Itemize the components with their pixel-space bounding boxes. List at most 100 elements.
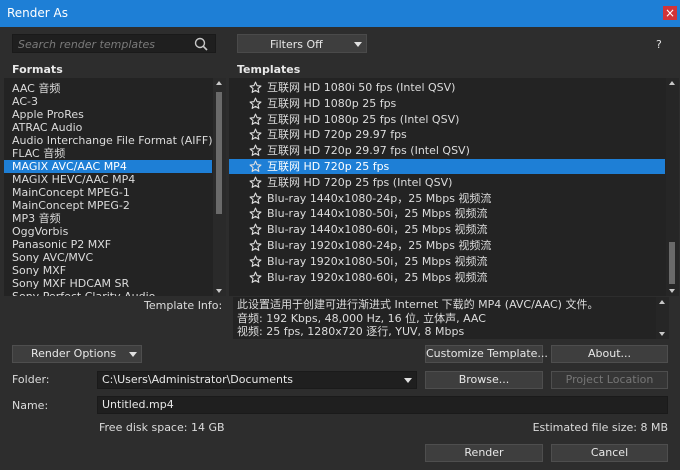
star-outline-icon[interactable] <box>249 97 262 110</box>
filters-label: Filters Off <box>270 38 323 51</box>
format-item[interactable]: OggVorbis <box>4 225 212 238</box>
star-outline-icon[interactable] <box>249 207 262 220</box>
template-item[interactable]: 互联网 HD 720p 25 fps <box>229 159 665 174</box>
search-icon[interactable] <box>194 37 208 51</box>
star-outline-icon[interactable] <box>249 192 262 205</box>
template-item-label: 互联网 HD 720p 25 fps (Intel QSV) <box>267 175 453 189</box>
about-button[interactable]: About... <box>551 345 668 363</box>
template-item-label: Blu-ray 1920x1080-50i，25 Mbps 视频流 <box>267 254 488 268</box>
format-item[interactable]: MainConcept MPEG-1 <box>4 186 212 199</box>
format-item[interactable]: Sony AVC/MVC <box>4 251 212 264</box>
cancel-button[interactable]: Cancel <box>551 444 668 462</box>
render-options-label: Render Options <box>31 347 117 360</box>
customize-template-button[interactable]: Customize Template... <box>425 345 548 363</box>
template-info-line: 像素 <box>237 339 259 340</box>
project-location-button[interactable]: Project Location <box>551 371 668 389</box>
info-scrollbar[interactable] <box>656 297 669 339</box>
template-item[interactable]: 互联网 HD 720p 25 fps (Intel QSV) <box>229 175 665 190</box>
template-item[interactable]: 互联网 HD 1080p 25 fps (Intel QSV) <box>229 112 665 127</box>
format-item[interactable]: Sony MXF <box>4 264 212 277</box>
close-button[interactable]: × <box>663 6 677 20</box>
template-item[interactable]: Blu-ray 1440x1080-60i，25 Mbps 视频流 <box>229 222 665 237</box>
template-item-label: Blu-ray 1440x1080-60i，25 Mbps 视频流 <box>267 223 488 237</box>
star-outline-icon[interactable] <box>249 223 262 236</box>
format-item[interactable]: Sony MXF HDCAM SR <box>4 277 212 290</box>
search-input[interactable]: Search render templates <box>12 34 216 53</box>
format-item[interactable]: Panasonic P2 MXF <box>4 238 212 251</box>
formats-heading: Formats <box>12 63 63 76</box>
format-item[interactable]: MainConcept MPEG-2 <box>4 199 212 212</box>
template-info-line: 视频: 25 fps, 1280x720 逐行, YUV, 8 Mbps <box>237 325 465 338</box>
template-item[interactable]: 互联网 HD 1080i 50 fps (Intel QSV) <box>229 80 665 95</box>
format-item[interactable]: Audio Interchange File Format (AIFF) <box>4 134 213 147</box>
scroll-down-icon[interactable] <box>659 332 665 336</box>
template-item-label: 互联网 HD 1080p 25 fps <box>267 96 397 110</box>
template-info-text: 像素视频: 25 fps, 1280x720 逐行, YUV, 8 Mbps音频… <box>233 297 669 339</box>
close-icon: × <box>664 6 676 20</box>
template-item[interactable]: Blu-ray 1920x1080-24p，25 Mbps 视频流 <box>229 238 665 253</box>
format-item[interactable]: ATRAC Audio <box>4 121 212 134</box>
folder-label: Folder: <box>12 373 50 386</box>
format-item[interactable]: MP3 音频 <box>4 212 212 225</box>
template-item[interactable]: Blu-ray 1440x1080-24p，25 Mbps 视频流 <box>229 191 665 206</box>
name-value: Untitled.mp4 <box>102 398 174 411</box>
render-button[interactable]: Render <box>425 444 543 462</box>
template-item-label: Blu-ray 1440x1080-50i，25 Mbps 视频流 <box>267 207 488 221</box>
scrollbar-thumb[interactable] <box>216 92 222 214</box>
scroll-up-icon[interactable] <box>669 81 675 85</box>
template-info-line: 此设置适用于创建可进行渐进式 Internet 下载的 MP4 (AVC/AAC… <box>237 298 599 311</box>
template-info-line: 音频: 192 Kbps, 48,000 Hz, 16 位, 立体声, AAC <box>237 311 486 325</box>
scroll-down-icon[interactable] <box>669 289 675 293</box>
templates-list[interactable]: Blu-ray 1920x1080-60i，25 Mbps 视频流 Blu-ray… <box>229 78 679 296</box>
star-outline-icon[interactable] <box>249 271 262 284</box>
format-item[interactable]: MAGIX HEVC/AAC MP4 <box>4 173 212 186</box>
star-outline-icon[interactable] <box>249 255 262 268</box>
templates-heading: Templates <box>237 63 301 76</box>
template-item-label: Blu-ray 1920x1080-60i，25 Mbps 视频流 <box>267 270 488 284</box>
render-options-dropdown[interactable]: Render Options <box>12 345 142 363</box>
template-info-label: Template Info: <box>144 299 223 312</box>
star-outline-icon[interactable] <box>249 144 262 157</box>
template-item[interactable]: 互联网 HD 1080p 25 fps <box>229 96 665 111</box>
template-item[interactable]: Blu-ray 1920x1080-50i，25 Mbps 视频流 <box>229 254 665 269</box>
format-item[interactable]: Sony Perfect Clarity Audio <box>4 290 212 296</box>
formats-scrollbar[interactable] <box>213 78 226 296</box>
star-outline-icon[interactable] <box>249 113 262 126</box>
format-item[interactable]: MAGIX AVC/AAC MP4 <box>4 160 212 173</box>
help-button[interactable]: ? <box>656 38 662 51</box>
template-item-label: Blu-ray 1440x1080-24p，25 Mbps 视频流 <box>267 191 492 205</box>
template-item-label: 互联网 HD 1080i 50 fps (Intel QSV) <box>267 81 456 94</box>
template-item[interactable]: Blu-ray 1920x1080-60i，25 Mbps 视频流 <box>229 270 665 285</box>
estimated-file-size: Estimated file size: 8 MB <box>532 421 668 434</box>
star-outline-icon[interactable] <box>249 176 262 189</box>
template-item[interactable]: 互联网 HD 720p 29.97 fps (Intel QSV) <box>229 143 665 158</box>
browse-button[interactable]: Browse... <box>425 371 543 389</box>
template-item-label: 互联网 HD 720p 25 fps <box>267 160 390 173</box>
search-placeholder: Search render templates <box>18 38 155 51</box>
chevron-down-icon[interactable] <box>404 378 412 383</box>
format-item[interactable]: Apple ProRes <box>4 108 212 121</box>
filters-dropdown[interactable]: Filters Off <box>237 34 367 53</box>
name-input[interactable]: Untitled.mp4 <box>97 396 668 414</box>
scrollbar-thumb[interactable] <box>669 242 675 284</box>
template-item-label: 互联网 HD 720p 29.97 fps (Intel QSV) <box>267 144 470 158</box>
formats-list[interactable]: Sony Perfect Clarity AudioSony MXF HDCAM… <box>4 78 226 296</box>
window-title: Render As <box>7 6 68 20</box>
star-outline-icon[interactable] <box>249 160 262 173</box>
scroll-up-icon[interactable] <box>216 81 222 85</box>
format-item[interactable]: AC-3 <box>4 95 212 108</box>
title-bar: Render As × <box>0 0 680 27</box>
format-item[interactable]: AAC 音频 <box>4 82 212 95</box>
star-outline-icon[interactable] <box>249 81 262 94</box>
template-item[interactable]: Blu-ray 1440x1080-50i，25 Mbps 视频流 <box>229 206 665 221</box>
template-item-label: Blu-ray 1920x1080-24p，25 Mbps 视频流 <box>267 239 492 252</box>
star-outline-icon[interactable] <box>249 239 262 252</box>
template-item-label: 互联网 HD 720p 29.97 fps <box>267 128 407 142</box>
star-outline-icon[interactable] <box>249 128 262 141</box>
folder-combobox[interactable]: C:\Users\Administrator\Documents <box>97 371 417 389</box>
templates-scrollbar[interactable] <box>666 78 679 296</box>
format-item[interactable]: FLAC 音频 <box>4 147 212 160</box>
scroll-down-icon[interactable] <box>216 289 222 293</box>
template-item[interactable]: 互联网 HD 720p 29.97 fps <box>229 127 665 142</box>
scroll-up-icon[interactable] <box>659 300 665 304</box>
